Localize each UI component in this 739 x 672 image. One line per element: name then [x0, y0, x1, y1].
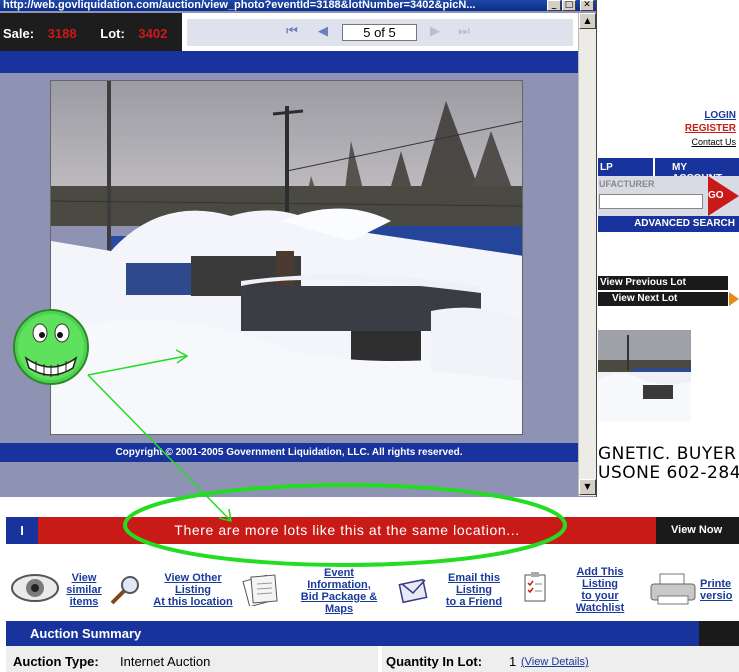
view-details-link[interactable]: (View Details) — [521, 656, 589, 668]
search-input[interactable] — [599, 194, 703, 209]
popup-url: http://web.govliquidation.com/auction/vi… — [3, 0, 476, 11]
magnifier-icon[interactable] — [108, 574, 143, 606]
photo-pager: ⏮ ◀ 5 of 5 ▶ ⏭ — [187, 19, 573, 46]
manufacturer-label: UFACTURER — [599, 179, 655, 189]
thumbnail-image — [598, 330, 691, 422]
popup-header-bar — [0, 51, 578, 73]
advanced-search-link[interactable]: ADVANCED SEARCH — [598, 216, 739, 232]
top-links: LOGIN REGISTER Contact Us — [660, 110, 736, 147]
copyright-bar: Copyright © 2001-2005 Government Liquida… — [0, 443, 578, 462]
view-other-line-2: Listing — [174, 584, 212, 596]
go-button-label: GO — [708, 190, 724, 201]
view-other-listing-link[interactable]: View Other Listing At this location — [146, 572, 240, 608]
event-information-link[interactable]: Event Information, Bid Package & Maps — [294, 567, 384, 615]
view-similar-line-2: similar — [66, 584, 102, 596]
auction-type-value: Internet Auction — [120, 654, 211, 669]
quantity-in-lot-label: Quantity In Lot: — [386, 654, 483, 669]
quantity-in-lot-value: 1 — [509, 654, 517, 669]
view-similar-items-link[interactable]: View similar items — [62, 572, 106, 608]
documents-icon[interactable] — [242, 570, 284, 608]
page-indicator: 5 of 5 — [342, 24, 417, 41]
email-listing-link[interactable]: Email this Listing to a Friend — [440, 572, 508, 608]
minimize-button[interactable]: _ — [547, 0, 561, 11]
auction-summary-header: Auction Summary — [6, 621, 739, 646]
eye-icon[interactable] — [10, 568, 60, 608]
email-line-1: Email this — [448, 572, 500, 584]
auction-type-label: Auction Type: — [13, 654, 99, 669]
login-link[interactable]: LOGIN — [660, 110, 736, 121]
printer-line-1: Printe — [700, 578, 732, 590]
email-line-3: to a Friend — [445, 596, 503, 608]
view-similar-line-1: View — [71, 572, 97, 584]
nav-divider — [653, 158, 655, 176]
event-info-line-2: Information, — [307, 579, 371, 591]
lot-number: 3402 — [138, 26, 168, 41]
scroll-up-icon[interactable]: ▲ — [579, 13, 596, 29]
email-line-2: Listing — [455, 584, 493, 596]
description-line-2: USONE 602-284- — [598, 463, 739, 483]
popup-scrollbar[interactable]: ▲ ▼ — [578, 13, 596, 496]
photo-popup-window: http://web.govliquidation.com/auction/vi… — [0, 0, 597, 497]
description-line-1: GNETIC. BUYER — [598, 444, 737, 464]
auction-summary-row: Auction Type: Internet Auction Quantity … — [6, 646, 739, 672]
contact-us-link[interactable]: Contact Us — [660, 137, 736, 147]
watchlist-line-2: Listing — [581, 578, 619, 590]
sale-number: 3188 — [47, 26, 77, 41]
checklist-icon[interactable] — [522, 572, 548, 604]
add-to-watchlist-link[interactable]: Add This Listing to your Watchlist — [566, 566, 634, 614]
sale-label: Sale: — [3, 26, 35, 41]
previous-page-icon[interactable]: ◀ — [314, 23, 332, 41]
lot-label: Lot: — [100, 26, 125, 41]
main-nav-bar: LP MY ACCOUNT — [598, 158, 739, 184]
view-other-line-3: At this location — [153, 596, 233, 608]
more-lots-text[interactable]: There are more lots like this at the sam… — [38, 517, 656, 544]
lot-thumbnail[interactable] — [598, 330, 691, 422]
close-button[interactable]: ✕ — [580, 0, 594, 11]
snow-machinery-image — [51, 81, 522, 434]
view-previous-lot-button[interactable]: View Previous Lot — [598, 276, 728, 290]
search-panel: UFACTURER GO — [598, 176, 739, 216]
lot-photo — [50, 80, 523, 435]
first-page-icon[interactable]: ⏮ — [283, 23, 301, 41]
event-info-line-3: Bid Package & — [300, 591, 378, 603]
view-other-line-1: View Other — [164, 572, 222, 584]
register-link[interactable]: REGISTER — [660, 123, 736, 134]
view-similar-line-3: items — [69, 596, 99, 608]
envelope-icon[interactable] — [398, 576, 428, 604]
go-button[interactable]: GO — [708, 176, 739, 216]
summary-divider — [378, 646, 382, 672]
watchlist-line-4: Watchlist — [575, 602, 625, 614]
info-icon: I — [6, 517, 38, 544]
printer-icon[interactable] — [648, 572, 698, 606]
nav-help-tab[interactable]: LP — [600, 162, 613, 173]
printer-line-2: versio — [700, 590, 733, 602]
next-page-icon: ▶ — [430, 24, 440, 39]
sale-lot-bar: Sale: 3188 Lot: 3402 — [0, 13, 182, 51]
watchlist-line-1: Add This — [576, 566, 624, 578]
printer-version-link[interactable]: Printe versio — [700, 578, 739, 602]
watchlist-line-3: to your — [581, 590, 619, 602]
view-next-lot-button[interactable]: View Next Lot — [598, 292, 728, 306]
scroll-down-icon[interactable]: ▼ — [579, 479, 596, 495]
event-info-line-1: Event — [324, 567, 354, 579]
event-info-line-4: Maps — [324, 603, 354, 615]
view-now-button[interactable]: View Now — [656, 517, 739, 544]
popup-title-bar: http://web.govliquidation.com/auction/vi… — [0, 0, 596, 11]
last-page-icon: ⏭ — [458, 24, 470, 39]
next-arrow-icon — [729, 292, 739, 306]
more-lots-banner[interactable]: I There are more lots like this at the s… — [6, 517, 739, 544]
maximize-button[interactable]: □ — [562, 0, 576, 11]
summary-header-accent — [699, 621, 739, 646]
